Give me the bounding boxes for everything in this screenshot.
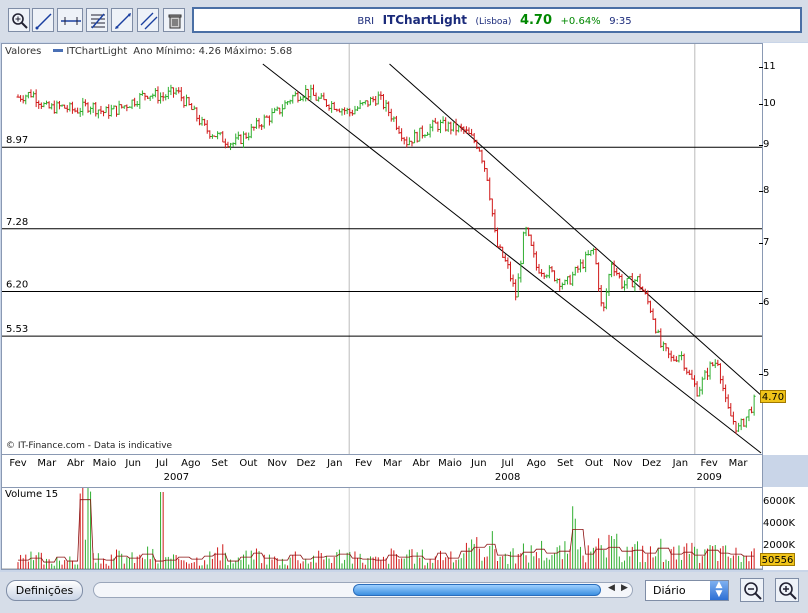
- scroll-left-icon[interactable]: ◀: [608, 583, 615, 593]
- month-label: Dez: [642, 458, 662, 469]
- zoom-icon[interactable]: [8, 8, 30, 32]
- level-label: 8.97: [6, 135, 28, 146]
- ticker-change: +0.64%: [560, 16, 601, 27]
- time-axis: Fev Mar Abr Maio Jun Jul Ago Set Out Nov Dez Jan Fev…: [1, 455, 763, 487]
- month-label: Fev: [700, 458, 718, 469]
- volume-average-line: [18, 499, 755, 563]
- channel-line: [262, 63, 762, 454]
- price-chart-svg: 8.97 7.28 6.20 5.53: [2, 44, 762, 454]
- current-volume-badge: 50556: [760, 553, 795, 566]
- fibonacci-icon[interactable]: [86, 8, 108, 32]
- month-label: Fev: [9, 458, 27, 469]
- legend-range: Ano Mínimo: 4.26 Máximo: 5.68: [133, 46, 293, 57]
- legend-label: Valores: [5, 46, 42, 57]
- price-axis-tick: 5: [758, 368, 770, 380]
- trash-icon[interactable]: [163, 8, 185, 32]
- month-label: Abr: [412, 458, 430, 469]
- chart-legend: Valores ITChartLight Ano Mínimo: 4.26 Máxi…: [5, 46, 298, 57]
- year-label: 2007: [163, 472, 190, 483]
- ticker-price: 4.70: [519, 13, 553, 28]
- month-label: Jul: [501, 458, 514, 469]
- month-label: Set: [211, 458, 228, 469]
- channel-icon[interactable]: [111, 8, 133, 32]
- month-label: Jul: [155, 458, 169, 469]
- month-label: Ago: [181, 458, 201, 469]
- ticker-symbol: BRI: [357, 16, 375, 27]
- volume-chart-svg: [2, 488, 762, 569]
- month-label: Maio: [92, 458, 117, 469]
- price-chart[interactable]: 8.97 7.28 6.20 5.53: [1, 43, 763, 455]
- month-label: Jun: [470, 458, 487, 469]
- volume-title: Volume 15: [5, 489, 59, 500]
- scrollbar-thumb[interactable]: [353, 584, 601, 596]
- month-label: Set: [556, 458, 574, 469]
- scroll-right-icon[interactable]: ▶: [621, 583, 628, 593]
- ticker-name: ITChartLight: [382, 13, 467, 27]
- price-axis-tick: 8: [758, 184, 770, 196]
- ticker-exchange: (Lisboa): [475, 17, 512, 27]
- month-label: Dez: [296, 458, 316, 469]
- legend-series: ITChartLight: [66, 46, 128, 57]
- month-label: Nov: [613, 458, 633, 469]
- zoom-out-icon[interactable]: [740, 578, 764, 602]
- month-label: Nov: [267, 458, 287, 469]
- level-label: 6.20: [6, 279, 28, 290]
- trendline-icon[interactable]: [32, 8, 54, 32]
- month-label: Maio: [438, 458, 462, 469]
- month-label: Jan: [672, 458, 689, 469]
- year-label: 2008: [494, 472, 521, 483]
- month-label: Abr: [66, 458, 85, 469]
- price-axis-tick: 9: [758, 138, 770, 150]
- price-axis-tick: 6: [758, 297, 770, 309]
- ticker-time: 9:35: [609, 16, 632, 27]
- horizontal-line-icon[interactable]: [57, 8, 83, 32]
- volume-axis-tick: 4000K: [763, 518, 796, 529]
- price-axis-tick: 11: [759, 60, 776, 72]
- parallel-lines-icon[interactable]: [137, 8, 159, 32]
- month-label: Mar: [37, 458, 57, 469]
- legend-swatch: [53, 48, 64, 52]
- month-label: Fev: [354, 458, 373, 469]
- data-credit: © IT-Finance.com - Data is indicative: [6, 441, 173, 451]
- month-label: Jan: [327, 458, 343, 469]
- current-price-badge: 4.70: [760, 390, 786, 403]
- month-label: Out: [239, 458, 258, 469]
- price-axis-tick: 7: [758, 237, 770, 249]
- month-label: Out: [584, 458, 604, 469]
- channel-line: [389, 63, 762, 397]
- zoom-in-icon[interactable]: [775, 578, 799, 602]
- year-label: 2009: [696, 472, 722, 483]
- settings-button[interactable]: Definições: [6, 580, 83, 601]
- level-label: 5.53: [6, 324, 28, 335]
- month-label: Mar: [728, 458, 748, 469]
- ticker-box: BRI ITChartLight (Lisboa) 4.70 +0.64% 9:…: [192, 7, 802, 33]
- volume-axis-tick: 2000K: [763, 540, 796, 551]
- volume-axis-tick: 6000K: [763, 496, 796, 507]
- month-label: Ago: [526, 458, 547, 469]
- chevron-updown-icon[interactable]: ▲ ▼: [710, 581, 728, 600]
- month-label: Mar: [382, 458, 402, 469]
- level-label: 7.28: [6, 217, 28, 228]
- month-label: Jun: [125, 458, 141, 469]
- price-axis-tick: 10: [759, 97, 776, 109]
- volume-chart[interactable]: [1, 487, 763, 570]
